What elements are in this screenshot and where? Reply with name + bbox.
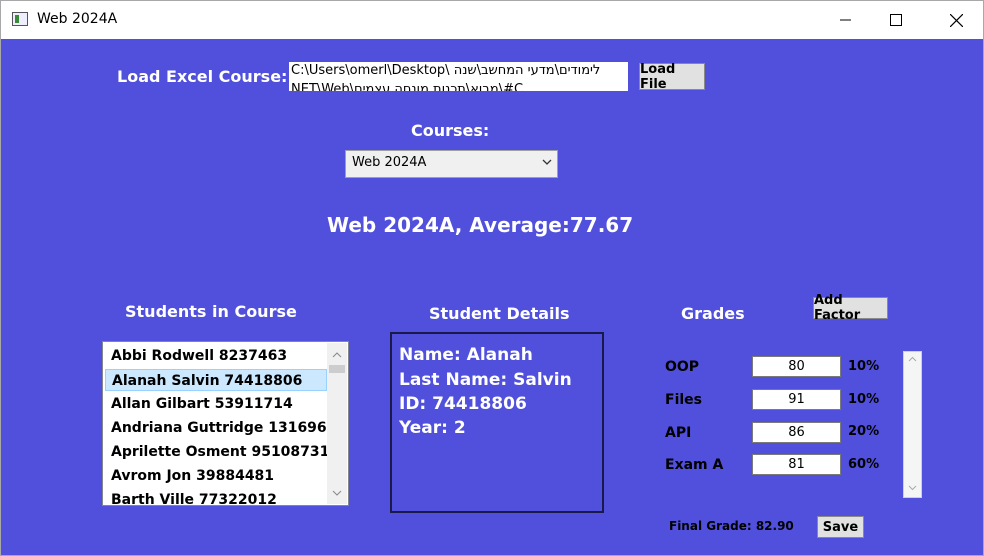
window-title: Web 2024A — [37, 11, 118, 27]
title-bar[interactable]: Web 2024A — [1, 1, 983, 39]
scrollbar-arrows-icon — [908, 356, 917, 491]
detail-last-name: Last Name: Salvin — [399, 370, 572, 390]
student-details-panel: Name: Alanah Last Name: Salvin ID: 74418… — [390, 332, 604, 513]
save-button[interactable]: Save — [817, 516, 864, 538]
minimize-button[interactable] — [821, 1, 871, 39]
grade-input-exam-a[interactable]: 81 — [752, 454, 841, 475]
course-average-title: Web 2024A, Average:77.67 — [327, 213, 634, 237]
maximize-button[interactable] — [871, 1, 921, 39]
detail-year: Year: 2 — [399, 418, 466, 438]
chevron-down-icon — [542, 159, 552, 165]
close-icon — [949, 13, 963, 27]
student-list-item[interactable]: Allan Gilbart 53911714 — [105, 393, 327, 415]
load-excel-label: Load Excel Course: — [117, 67, 288, 86]
scrollbar-arrows-icon — [329, 352, 345, 496]
student-list-item[interactable]: Andriana Guttridge 13169688 — [105, 417, 346, 439]
grade-input-files[interactable]: 91 — [752, 389, 841, 410]
file-path-field[interactable]: C:\Users\omerl\Desktop\ לימודים\מדעי המח… — [289, 62, 628, 91]
main-content: Load Excel Course: C:\Users\omerl\Deskto… — [1, 39, 983, 555]
grade-input-oop[interactable]: 80 — [752, 356, 841, 377]
grade-input-api[interactable]: 86 — [752, 422, 841, 443]
grade-label-api: API — [665, 425, 692, 441]
add-factor-button[interactable]: Add Factor — [813, 293, 888, 323]
grades-scrollbar[interactable] — [903, 351, 922, 498]
grades-heading: Grades — [681, 304, 745, 323]
final-grade-text: Final Grade: 82.90 — [669, 519, 794, 533]
file-path-line1: C:\Users\omerl\Desktop\ לימודים\מדעי המח… — [291, 63, 601, 78]
students-heading: Students in Course — [125, 302, 297, 321]
app-window: Web 2024A Load Excel Course: C:\Users\om… — [0, 0, 984, 556]
student-list-item-selected[interactable]: Alanah Salvin 74418806 — [105, 369, 327, 391]
detail-name: Name: Alanah — [399, 345, 533, 365]
student-details-heading: Student Details — [429, 304, 570, 323]
student-list-item[interactable]: Abbi Rodwell 8237463 — [105, 345, 327, 367]
grade-weight-exam-a: 60% — [848, 457, 880, 472]
courses-dropdown[interactable]: Web 2024A — [345, 150, 558, 178]
file-path-line2: C#\מבוא\תכנות מונחה עצמים\NET\Web — [291, 82, 524, 91]
detail-id: ID: 74418806 — [399, 394, 527, 414]
maximize-icon — [890, 14, 902, 26]
app-icon — [12, 12, 28, 26]
grade-label-oop: OOP — [665, 359, 700, 375]
student-list-item[interactable]: Aprilette Osment 95108731 — [105, 441, 329, 463]
load-file-button[interactable]: Load File — [639, 62, 705, 92]
grade-weight-files: 10% — [848, 392, 880, 407]
courses-selected-value: Web 2024A — [352, 155, 427, 170]
student-list-item[interactable]: Barth Ville 77322012 — [105, 489, 327, 505]
grade-weight-oop: 10% — [848, 359, 880, 374]
students-scrollbar[interactable] — [327, 343, 347, 504]
minimize-icon — [840, 19, 851, 21]
students-listbox[interactable]: Abbi Rodwell 8237463 Alanah Salvin 74418… — [102, 341, 349, 506]
student-list-item[interactable]: Avrom Jon 39884481 — [105, 465, 327, 487]
courses-label: Courses: — [411, 121, 490, 140]
close-button[interactable] — [931, 1, 981, 39]
grade-label-exam-a: Exam A — [665, 457, 724, 473]
grade-weight-api: 20% — [848, 424, 880, 439]
grade-label-files: Files — [665, 392, 702, 408]
